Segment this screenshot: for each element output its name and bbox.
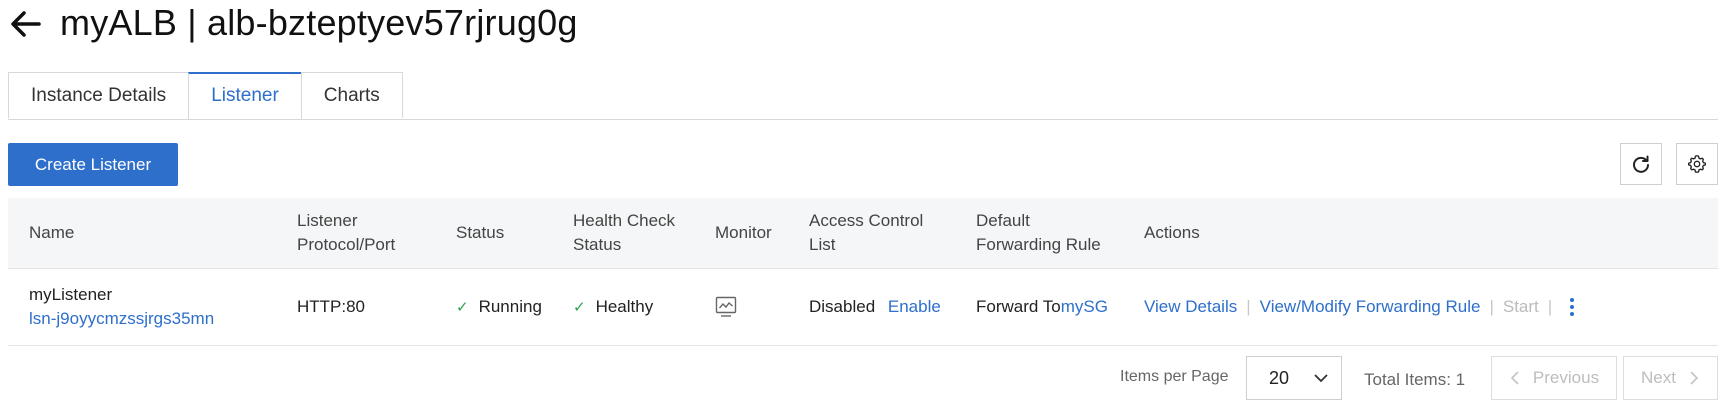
- action-separator: |: [1547, 296, 1553, 316]
- back-arrow-icon[interactable]: [6, 4, 46, 44]
- column-header-status[interactable]: Status: [435, 198, 552, 269]
- column-header-health-check: Health Check Status: [552, 198, 694, 269]
- check-icon: ✓: [573, 299, 586, 316]
- listener-name: myListener: [29, 285, 113, 304]
- next-button[interactable]: Next: [1623, 356, 1718, 400]
- tab-charts[interactable]: Charts: [300, 72, 403, 118]
- items-per-page-label: Items per Page: [1120, 368, 1229, 385]
- tab-listener[interactable]: Listener: [188, 72, 302, 120]
- table-header-row: Name Listener Protocol/Port Status Healt…: [8, 198, 1718, 269]
- rule-prefix: Forward To: [976, 297, 1061, 316]
- action-separator: |: [1489, 296, 1494, 316]
- column-header-acl: Access Control List: [788, 198, 955, 269]
- gear-icon: [1688, 155, 1706, 173]
- status-text: Running: [478, 297, 542, 316]
- page-size-value: 20: [1269, 367, 1290, 388]
- cell-health: ✓ Healthy: [552, 268, 694, 346]
- next-label: Next: [1641, 368, 1676, 387]
- column-header-default-rule: Default Forwarding Rule: [955, 198, 1123, 269]
- cell-monitor: [694, 268, 788, 346]
- column-header-actions: Actions: [1123, 198, 1718, 269]
- monitor-icon[interactable]: [715, 296, 737, 318]
- cell-acl: Disabled Enable: [788, 268, 955, 346]
- column-header-monitor: Monitor: [694, 198, 788, 269]
- rule-target-link[interactable]: mySG: [1061, 297, 1108, 316]
- cell-actions: View Details | View/Modify Forwarding Rule…: [1123, 268, 1718, 346]
- cell-protocol-port: HTTP:80: [276, 268, 435, 346]
- tab-instance-details[interactable]: Instance Details: [8, 72, 190, 118]
- table-row: myListener lsn-j9oyycmzssjrgs35mn HTTP:8…: [8, 268, 1718, 346]
- listener-id-link[interactable]: lsn-j9oyycmzssjrgs35mn: [29, 307, 276, 331]
- tabs-divider: [8, 119, 1718, 120]
- column-header-protocol-port-label: Listener Protocol/Port: [297, 211, 396, 254]
- health-text: Healthy: [595, 297, 654, 316]
- acl-enable-link[interactable]: Enable: [888, 297, 941, 316]
- column-header-acl-label: Access Control List: [809, 211, 924, 254]
- settings-button[interactable]: [1676, 143, 1718, 185]
- create-listener-button[interactable]: Create Listener: [8, 143, 178, 186]
- cell-status: ✓ Running: [435, 268, 552, 346]
- chevron-right-icon: [1690, 371, 1699, 385]
- modify-forwarding-rule-link[interactable]: View/Modify Forwarding Rule: [1260, 297, 1481, 316]
- chevron-down-icon: [1314, 374, 1328, 383]
- cell-default-rule: Forward TomySG: [955, 268, 1123, 346]
- more-vertical-icon[interactable]: [1568, 297, 1576, 317]
- column-header-health-check-label: Health Check Status: [573, 211, 676, 254]
- total-items: Total Items: 1: [1364, 370, 1466, 389]
- acl-status: Disabled: [809, 297, 876, 316]
- start-action[interactable]: Start: [1503, 297, 1539, 316]
- column-header-default-rule-label: Default Forwarding Rule: [976, 211, 1101, 254]
- check-icon: ✓: [456, 299, 469, 316]
- listener-table: Name Listener Protocol/Port Status Healt…: [8, 198, 1718, 346]
- previous-button[interactable]: Previous: [1491, 356, 1617, 400]
- previous-label: Previous: [1532, 368, 1600, 387]
- tab-bar: Instance Details Listener Charts: [8, 72, 403, 120]
- view-details-link[interactable]: View Details: [1144, 297, 1237, 316]
- page-title: myALB | alb-bzteptyev57rjrug0g: [60, 2, 578, 43]
- column-header-protocol-port: Listener Protocol/Port: [276, 198, 435, 269]
- action-separator: |: [1246, 296, 1251, 316]
- refresh-button[interactable]: [1620, 143, 1662, 185]
- cell-name: myListener lsn-j9oyycmzssjrgs35mn: [8, 268, 276, 346]
- chevron-left-icon: [1510, 371, 1519, 385]
- refresh-icon: [1633, 155, 1649, 173]
- column-header-name[interactable]: Name: [8, 198, 276, 269]
- page-size-select[interactable]: 20: [1246, 356, 1342, 400]
